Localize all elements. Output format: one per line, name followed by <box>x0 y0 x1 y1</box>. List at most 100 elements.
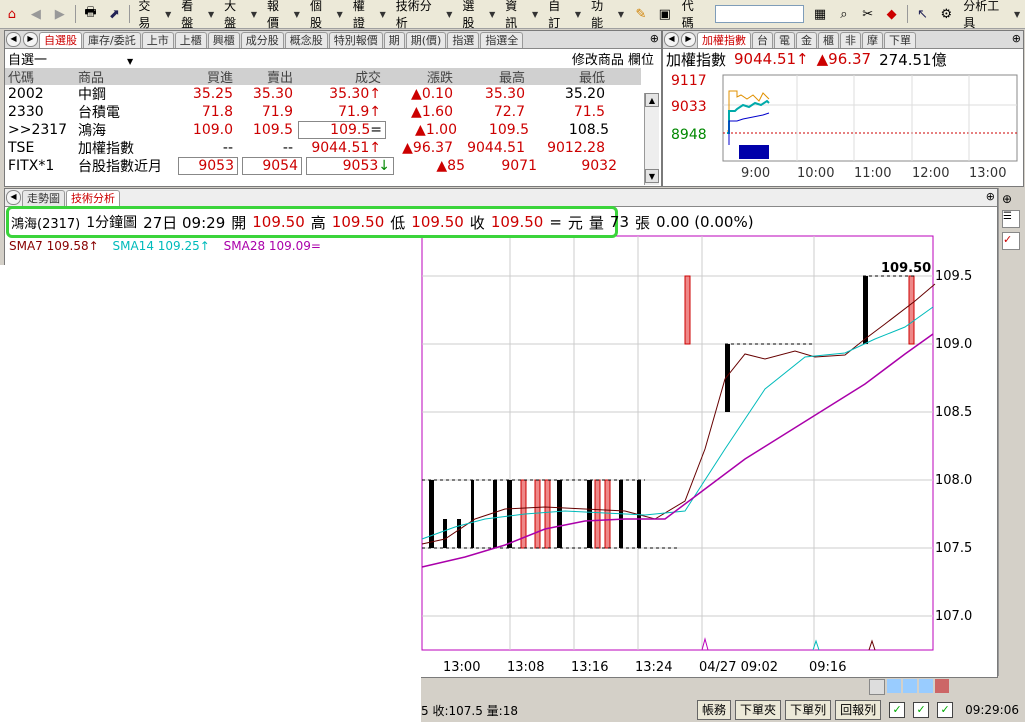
index-tab[interactable]: 非 <box>840 32 861 48</box>
quote-tab[interactable]: 特別報價 <box>328 32 383 48</box>
quote-tab[interactable]: 指選全 <box>480 32 524 48</box>
menu-item[interactable]: 選股 ▼ <box>457 0 500 30</box>
dropdown-arrow-icon: ▼ <box>489 9 496 19</box>
analysis-icon[interactable]: ⚙ <box>936 4 956 24</box>
toolbar-separator <box>129 5 131 23</box>
index-tab[interactable]: 櫃 <box>818 32 839 48</box>
back-arrow-icon[interactable]: ◀ <box>26 4 46 24</box>
tab-prev-icon[interactable]: ◀ <box>6 32 21 47</box>
tab-next-icon[interactable]: ▶ <box>23 32 38 47</box>
fit-icon[interactable] <box>919 679 933 693</box>
dropdown-arrow-icon: ▼ <box>208 9 215 19</box>
tab-prev-icon[interactable]: ◀ <box>664 32 679 47</box>
analysis-tools-menu[interactable]: 分析工具 ▼ <box>958 0 1025 30</box>
scroll-up-icon[interactable]: ▲ <box>645 93 659 107</box>
menu-item[interactable]: 交易 ▼ <box>133 0 176 30</box>
forward-arrow-icon[interactable]: ▶ <box>50 4 70 24</box>
table-row[interactable]: 2330 台積電 71.8 71.9 71.9↑ ▲1.60 72.7 71.5 <box>5 103 641 121</box>
scroll-track[interactable] <box>645 107 659 169</box>
column-header[interactable]: 代碼 <box>5 67 75 86</box>
status-checkbox[interactable]: ✓ <box>889 702 906 718</box>
scroll-down-icon[interactable]: ▼ <box>645 169 659 183</box>
quote-tab[interactable]: 上櫃 <box>174 32 207 48</box>
index-tab[interactable]: 下單 <box>884 32 916 48</box>
watchlist-select[interactable]: 自選一 ▼ <box>8 49 133 68</box>
cell-value: 109.0 <box>192 122 233 138</box>
quote-tab[interactable]: 上市 <box>141 32 174 48</box>
home-icon[interactable]: ⌂ <box>2 4 22 24</box>
tab-next-icon[interactable]: ▶ <box>681 32 696 47</box>
pen-icon[interactable]: ✎ <box>631 4 651 24</box>
print-icon[interactable]: 🖶 <box>81 4 101 24</box>
menu-item-label: 看盤 <box>181 0 194 30</box>
index-tab[interactable]: 摩 <box>862 32 883 48</box>
code-input[interactable] <box>714 5 805 23</box>
status-checkbox[interactable]: ✓ <box>937 702 954 718</box>
column-header[interactable]: 買進 <box>176 67 236 86</box>
tools-icon[interactable]: ✂ <box>858 4 878 24</box>
table-row[interactable]: FITX*1 台股指數近月 9053 9054 9053↓ ▲85 9071 9032 <box>5 157 641 175</box>
table-row[interactable]: >>2317 鴻海 109.0 109.5 109.5= ▲1.00 109.5 108.5 <box>5 121 641 139</box>
index-tab[interactable]: 加權指數 <box>697 32 751 48</box>
column-header[interactable]: 漲跌 <box>384 67 456 86</box>
quote-tab[interactable]: 期(價) <box>405 32 447 48</box>
zoom-in-icon[interactable] <box>887 679 901 693</box>
panel-icon[interactable]: ☰ <box>1002 210 1020 228</box>
menu-item[interactable]: 大盤 ▼ <box>219 0 262 30</box>
zoom-icon[interactable]: ⊕ <box>650 32 659 45</box>
quote-tab[interactable]: 成分股 <box>240 32 284 48</box>
scroll-icon[interactable] <box>869 679 885 695</box>
index-tab[interactable]: 金 <box>796 32 817 48</box>
menu-item[interactable]: 自訂 ▼ <box>543 0 586 30</box>
x-tick: 13:24 <box>635 660 672 675</box>
quote-tab[interactable]: 興櫃 <box>207 32 240 48</box>
index-value: 9044.51 <box>734 50 797 68</box>
quote-board-icon[interactable]: ▦ <box>810 4 830 24</box>
pointer-icon[interactable]: ↖ <box>913 4 933 24</box>
table-cell-bid: 71.8 <box>176 104 236 120</box>
menu-item[interactable]: 資訊 ▼ <box>500 0 543 30</box>
index-tab[interactable]: 電 <box>774 32 795 48</box>
zoom-icon[interactable]: ⊕ <box>1002 192 1021 206</box>
column-header[interactable]: 賣出 <box>236 67 296 86</box>
search-icon[interactable]: ⌕ <box>834 4 854 24</box>
quote-scrollbar[interactable]: ▲ ▼ <box>644 93 659 185</box>
popout-window-icon[interactable]: ⬈ <box>105 4 125 24</box>
table-cell-last: 109.5= <box>298 121 386 139</box>
table-row[interactable]: 2002 中鋼 35.25 35.30 35.30↑ ▲0.10 35.30 35.20 <box>5 85 641 103</box>
zoom-icon[interactable]: ⊕ <box>1012 32 1021 45</box>
zoom-out-icon[interactable] <box>903 679 917 693</box>
mini-y-label: 9117 <box>671 73 707 89</box>
menu-item[interactable]: 個股 ▼ <box>305 0 348 30</box>
column-header[interactable]: 成交 <box>296 67 384 86</box>
menu-item[interactable]: 報價 ▼ <box>262 0 305 30</box>
bar-style-icon[interactable] <box>935 679 949 693</box>
menu-item[interactable]: 功能 ▼ <box>586 0 629 30</box>
quote-tab[interactable]: 指選 <box>447 32 480 48</box>
menu-bar: 交易 ▼ 看盤 ▼ 大盤 ▼ 報價 ▼ 個股 ▼ 權證 ▼ 技術分析 ▼ 選股 ▼ 資訊 ▼ 自訂 ▼ 功能 ▼ <box>133 0 629 30</box>
table-row[interactable]: TSE 加權指數 -- -- 9044.51↑ ▲96.37 9044.51 9012.28 <box>5 139 641 157</box>
check-icon[interactable]: ✓ <box>1002 232 1020 250</box>
quote-tab[interactable]: 自選股 <box>39 32 82 48</box>
window-icon[interactable]: ▣ <box>655 4 675 24</box>
quote-tab[interactable]: 期 <box>383 32 405 48</box>
menu-item[interactable]: 看盤 ▼ <box>176 0 219 30</box>
account-button[interactable]: 帳務 <box>697 700 732 720</box>
cell-value: 9044.51 <box>311 140 370 156</box>
menu-item[interactable]: 技術分析 ▼ <box>391 0 458 30</box>
column-header[interactable]: 最高 <box>456 67 528 86</box>
order-folder-button[interactable]: 下單夾 <box>735 700 782 720</box>
column-header[interactable]: 最低 <box>528 67 608 86</box>
menu-item[interactable]: 權證 ▼ <box>348 0 391 30</box>
index-tab[interactable]: 台 <box>752 32 773 48</box>
edit-links[interactable]: 修改商品 欄位 <box>572 49 654 68</box>
alert-icon[interactable]: ◆ <box>882 4 902 24</box>
status-checkbox[interactable]: ✓ <box>913 702 930 718</box>
quote-tab[interactable]: 庫存/委託 <box>83 32 141 48</box>
status-bar: 5 收:107.5 量:18 帳務 下單夾 下單列 回報列 ✓ ✓ ✓ 09:2… <box>421 698 1025 722</box>
index-summary: 加權指數 9044.51 ↑ ▲96.37 274.51億 <box>663 49 1023 69</box>
order-bar-button[interactable]: 下單列 <box>785 700 832 720</box>
chevron-down-icon: ▼ <box>127 56 134 66</box>
report-bar-button[interactable]: 回報列 <box>835 700 882 720</box>
quote-tab[interactable]: 概念股 <box>284 32 328 48</box>
